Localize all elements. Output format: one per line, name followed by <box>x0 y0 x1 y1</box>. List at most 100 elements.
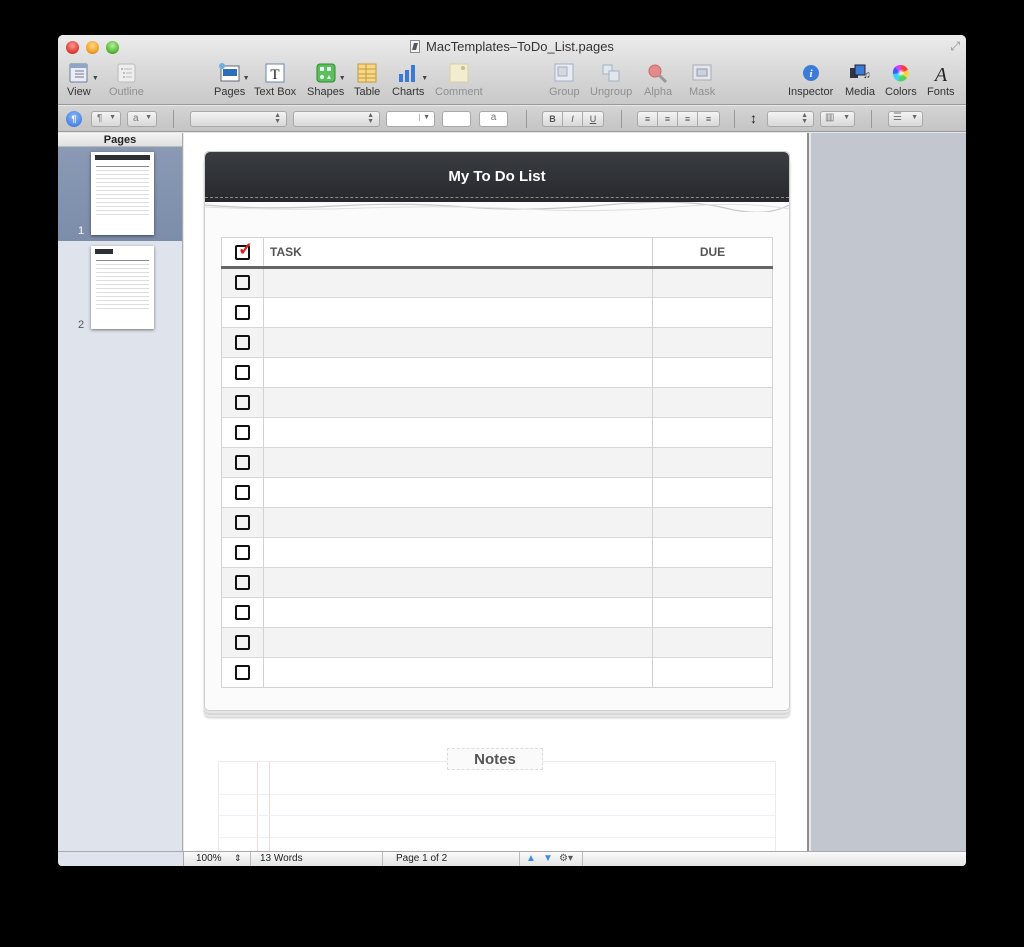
toolbar-charts-button[interactable]: ▼ Charts <box>392 63 428 98</box>
due-cell[interactable] <box>652 327 773 358</box>
paragraph-style-popup[interactable]: ¶ ▼ <box>91 111 121 127</box>
checkbox-icon[interactable] <box>235 394 250 410</box>
checkbox-icon[interactable] <box>235 604 250 620</box>
task-cell[interactable] <box>263 357 653 388</box>
character-style-popup[interactable]: a ▼ <box>127 111 157 127</box>
task-cell[interactable] <box>263 627 653 658</box>
toolbar-text-box-button[interactable]: T Text Box <box>254 63 296 98</box>
task-cell[interactable] <box>263 327 653 358</box>
check-cell[interactable] <box>221 507 264 538</box>
task-cell[interactable] <box>263 537 653 568</box>
check-cell[interactable] <box>221 627 264 658</box>
toolbar-pages-button[interactable]: ▼ Pages <box>214 63 250 98</box>
due-cell[interactable] <box>652 387 773 418</box>
page-thumbnail-2[interactable]: 2 <box>58 241 182 335</box>
due-cell[interactable] <box>652 597 773 628</box>
task-cell[interactable] <box>263 567 653 598</box>
check-cell[interactable] <box>221 357 264 388</box>
checkbox-icon[interactable] <box>235 424 250 440</box>
checkbox-icon[interactable] <box>235 484 250 500</box>
due-cell[interactable] <box>652 477 773 508</box>
document-canvas[interactable]: My To Do List ✓ TASK DUE Notes <box>184 133 809 851</box>
align-right-button[interactable]: ≡ <box>678 112 698 126</box>
check-cell[interactable] <box>221 567 264 598</box>
check-cell[interactable] <box>221 537 264 568</box>
checkbox-icon[interactable] <box>235 364 250 380</box>
checkbox-icon[interactable] <box>235 454 250 470</box>
task-cell[interactable] <box>263 597 653 628</box>
toolbar-inspector-button[interactable]: i Inspector <box>788 63 833 98</box>
check-cell[interactable] <box>221 447 264 478</box>
toolbar-colors-button[interactable]: Colors <box>885 63 917 98</box>
text-background-well[interactable]: a <box>479 111 508 127</box>
due-cell[interactable] <box>652 297 773 328</box>
toolbar-ungroup-button[interactable]: Ungroup <box>590 63 632 98</box>
check-cell[interactable] <box>221 267 264 298</box>
underline-button[interactable]: U <box>583 112 603 126</box>
gear-icon[interactable]: ⚙▾ <box>559 853 573 864</box>
font-typeface-popup[interactable]: ▲ ▼ <box>293 111 380 127</box>
task-cell[interactable] <box>263 417 653 448</box>
checkbox-icon[interactable] <box>235 664 250 680</box>
checkbox-icon[interactable] <box>235 334 250 350</box>
font-size-combo[interactable]: ▼ <box>386 111 435 127</box>
task-cell[interactable] <box>263 267 653 298</box>
columns-popup[interactable]: ▥ ▼ <box>820 111 855 127</box>
zoom-level[interactable]: 100% <box>196 853 222 864</box>
check-cell[interactable] <box>221 657 264 688</box>
due-cell[interactable] <box>652 507 773 538</box>
next-page-button[interactable]: ▼ <box>543 853 553 864</box>
line-spacing-popup[interactable]: ▲ ▼ <box>767 111 814 127</box>
due-cell[interactable] <box>652 417 773 448</box>
toolbar-group-button[interactable]: Group <box>549 63 580 98</box>
task-cell[interactable] <box>263 387 653 418</box>
checkbox-icon[interactable] <box>235 634 250 650</box>
toolbar-outline-button[interactable]: Outline <box>109 63 144 98</box>
check-cell[interactable] <box>221 387 264 418</box>
notes-area[interactable] <box>218 761 776 851</box>
list-style-popup[interactable]: ☰ ▼ <box>888 111 923 127</box>
align-left-button[interactable]: ≡ <box>638 112 658 126</box>
due-cell[interactable] <box>652 567 773 598</box>
due-cell[interactable] <box>652 447 773 478</box>
due-cell[interactable] <box>652 267 773 298</box>
toolbar-fonts-button[interactable]: A Fonts <box>927 63 955 98</box>
checkbox-icon[interactable] <box>235 574 250 590</box>
task-cell[interactable] <box>263 447 653 478</box>
zoom-stepper-icon[interactable]: ⇕ <box>234 853 242 864</box>
checkbox-icon[interactable] <box>235 514 250 530</box>
checkbox-icon[interactable] <box>235 544 250 560</box>
due-cell[interactable] <box>652 657 773 688</box>
task-cell[interactable] <box>263 477 653 508</box>
due-cell[interactable] <box>652 627 773 658</box>
bold-button[interactable]: B <box>543 112 563 126</box>
toolbar-table-button[interactable]: Table <box>354 63 380 98</box>
paragraph-styles-button[interactable]: ¶ <box>66 111 82 127</box>
italic-button[interactable]: I <box>563 112 583 126</box>
fullscreen-icon[interactable]: ⤢ <box>950 39 960 54</box>
checkbox-icon[interactable] <box>235 304 250 320</box>
toolbar-shapes-button[interactable]: ▼ Shapes <box>307 63 346 98</box>
todo-title[interactable]: My To Do List <box>205 168 789 185</box>
toolbar-comment-button[interactable]: Comment <box>435 63 483 98</box>
task-cell[interactable] <box>263 297 653 328</box>
task-cell[interactable] <box>263 657 653 688</box>
check-cell[interactable] <box>221 297 264 328</box>
page-thumbnail-1[interactable]: 1 <box>58 147 182 241</box>
font-family-popup[interactable]: ▲ ▼ <box>190 111 287 127</box>
due-cell[interactable] <box>652 357 773 388</box>
previous-page-button[interactable]: ▲ <box>526 853 536 864</box>
due-cell[interactable] <box>652 537 773 568</box>
align-center-button[interactable]: ≡ <box>658 112 678 126</box>
toolbar-media-button[interactable]: ♫ Media <box>845 63 875 98</box>
check-cell[interactable] <box>221 597 264 628</box>
text-color-well[interactable] <box>442 111 471 127</box>
toolbar-alpha-button[interactable]: Alpha <box>644 63 672 98</box>
check-cell[interactable] <box>221 477 264 508</box>
toolbar-mask-button[interactable]: Mask <box>689 63 715 98</box>
check-cell[interactable] <box>221 417 264 448</box>
task-cell[interactable] <box>263 507 653 538</box>
toolbar-view-button[interactable]: ▼ View <box>67 63 99 98</box>
checkbox-icon[interactable] <box>235 275 250 291</box>
align-justify-button[interactable]: ≡ <box>698 112 719 126</box>
